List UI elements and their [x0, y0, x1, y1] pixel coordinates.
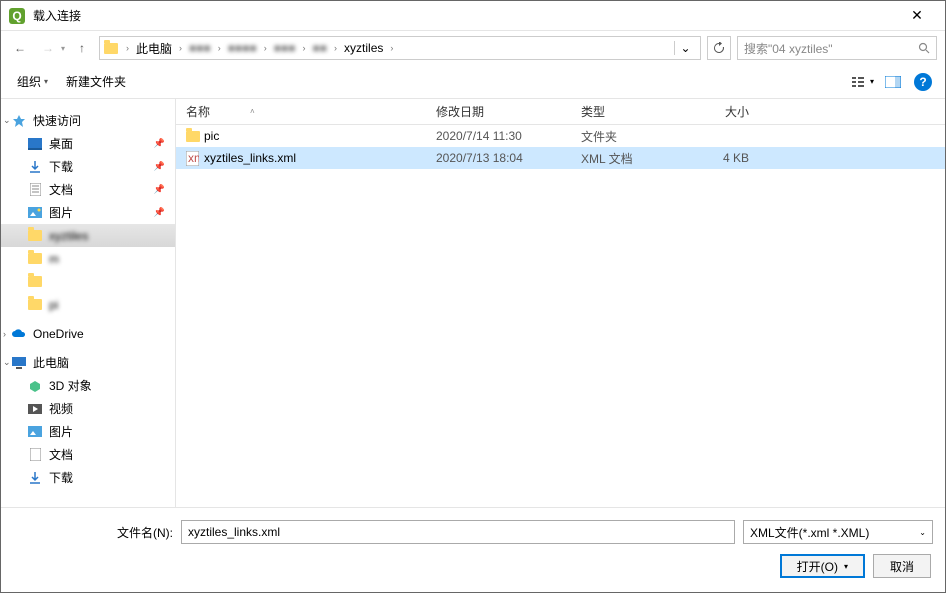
pc-icon	[11, 355, 27, 371]
refresh-button[interactable]	[707, 36, 731, 60]
document-icon	[27, 447, 43, 463]
cloud-icon	[11, 326, 27, 342]
file-type-filter[interactable]: XML文件(*.xml *.XML) ⌄	[743, 520, 933, 544]
preview-pane-button[interactable]	[881, 70, 905, 94]
folder-row[interactable]: pic2020/7/14 11:30文件夹	[176, 125, 945, 147]
new-folder-button[interactable]: 新建文件夹	[60, 69, 132, 94]
sidebar-pictures[interactable]: 图片 📌	[1, 201, 175, 224]
picture-icon	[27, 424, 43, 440]
sidebar-downloads[interactable]: 下载 📌	[1, 155, 175, 178]
filename-input[interactable]	[181, 520, 735, 544]
window-title: 载入连接	[33, 7, 897, 24]
column-size[interactable]: 大小	[681, 103, 761, 120]
help-button[interactable]: ?	[911, 70, 935, 94]
folder-icon	[104, 40, 122, 56]
file-row[interactable]: xml xyztiles_links.xml2020/7/13 18:04XML …	[176, 147, 945, 169]
view-options-button[interactable]: ▾	[851, 70, 875, 94]
file-icon: xml	[186, 151, 204, 166]
file-name: xyztiles_links.xml	[204, 151, 436, 165]
history-dropdown[interactable]: ▾	[61, 44, 65, 53]
back-button[interactable]: ←	[9, 37, 31, 59]
filename-label: 文件名(N):	[13, 524, 173, 541]
cancel-button[interactable]: 取消	[873, 554, 931, 578]
folder-icon	[27, 297, 43, 313]
search-input[interactable]: 搜索"04 xyztiles"	[737, 36, 937, 60]
breadcrumb-seg[interactable]: ■■	[310, 39, 331, 57]
sidebar-this-pc[interactable]: ⌄ 此电脑	[1, 351, 175, 374]
folder-icon	[186, 131, 204, 142]
breadcrumb-dropdown[interactable]: ⌄	[674, 41, 696, 55]
sidebar-documents[interactable]: 文档 📌	[1, 178, 175, 201]
up-button[interactable]: ↑	[71, 37, 93, 59]
forward-button[interactable]: →	[37, 37, 59, 59]
breadcrumb[interactable]: › 此电脑 › ■■■ › ■■■■ › ■■■ › ■■ › xyztiles…	[99, 36, 701, 60]
sidebar-onedrive[interactable]: › OneDrive	[1, 322, 175, 345]
close-button[interactable]: ✕	[897, 7, 937, 24]
file-type: 文件夹	[581, 128, 681, 145]
file-name: pic	[204, 129, 436, 143]
cube-icon	[27, 378, 43, 394]
search-placeholder: 搜索"04 xyztiles"	[744, 40, 833, 57]
column-name[interactable]: 名称 ˄	[186, 103, 436, 120]
pin-icon: 📌	[154, 138, 165, 149]
folder-icon	[27, 274, 43, 290]
search-icon	[918, 42, 930, 54]
file-size: 4 KB	[681, 151, 761, 165]
picture-icon	[27, 205, 43, 221]
sidebar-folder[interactable]: pi	[1, 293, 175, 316]
breadcrumb-seg[interactable]: ■■■■	[225, 39, 260, 57]
sort-indicator-icon: ˄	[250, 107, 255, 116]
chevron-down-icon: ⌄	[919, 528, 926, 537]
breadcrumb-last[interactable]: xyztiles	[341, 39, 386, 57]
folder-icon	[27, 251, 43, 267]
document-icon	[27, 182, 43, 198]
breadcrumb-pc[interactable]: 此电脑	[133, 38, 175, 59]
svg-text:xml: xml	[188, 151, 199, 165]
column-type[interactable]: 类型	[581, 103, 681, 120]
organize-button[interactable]: 组织▾	[11, 69, 54, 94]
sidebar-quick-access[interactable]: ⌄ 快速访问	[1, 109, 175, 132]
sidebar-folder-xyztiles[interactable]: xyztiles	[1, 224, 175, 247]
pin-icon: 📌	[154, 184, 165, 195]
sidebar-desktop[interactable]: 桌面 📌	[1, 132, 175, 155]
file-date: 2020/7/13 18:04	[436, 151, 581, 165]
sidebar-documents-2[interactable]: 文档	[1, 443, 175, 466]
pin-icon: 📌	[154, 207, 165, 218]
sidebar-folder[interactable]	[1, 270, 175, 293]
sidebar: ⌄ 快速访问 桌面 📌 下载 📌 文档 📌	[1, 99, 176, 507]
sidebar-3d-objects[interactable]: 3D 对象	[1, 374, 175, 397]
file-date: 2020/7/14 11:30	[436, 129, 581, 143]
download-icon	[27, 470, 43, 486]
app-icon: Q	[9, 8, 25, 24]
star-icon	[11, 113, 27, 129]
sidebar-folder[interactable]: m	[1, 247, 175, 270]
pin-icon: 📌	[154, 161, 165, 172]
sidebar-downloads-2[interactable]: 下载	[1, 466, 175, 489]
column-date[interactable]: 修改日期	[436, 103, 581, 120]
sidebar-pictures-2[interactable]: 图片	[1, 420, 175, 443]
desktop-icon	[27, 136, 43, 152]
sidebar-videos[interactable]: 视频	[1, 397, 175, 420]
folder-icon	[27, 228, 43, 244]
download-icon	[27, 159, 43, 175]
breadcrumb-seg[interactable]: ■■■	[271, 39, 299, 57]
breadcrumb-seg[interactable]: ■■■	[186, 39, 214, 57]
file-type: XML 文档	[581, 150, 681, 167]
open-button[interactable]: 打开(O) ▾	[780, 554, 865, 578]
video-icon	[27, 401, 43, 417]
